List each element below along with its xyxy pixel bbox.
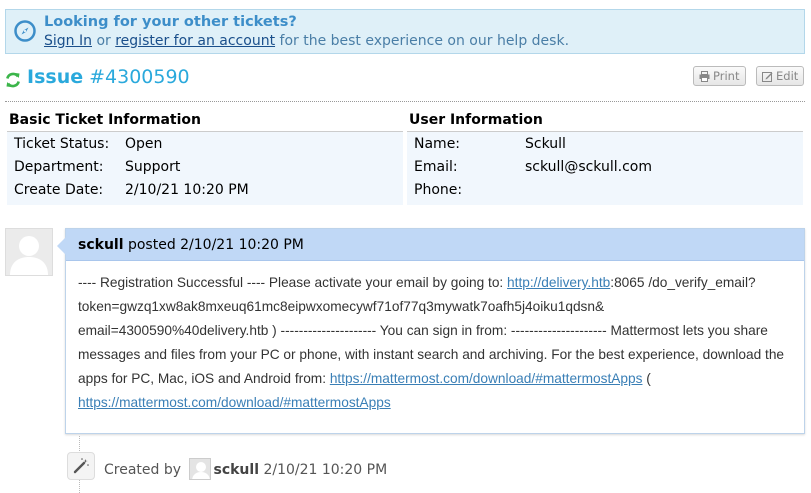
status-row: Ticket Status: Open bbox=[7, 134, 403, 157]
edit-label: Edit bbox=[776, 69, 799, 83]
ticket-title: Issue #4300590 bbox=[27, 66, 190, 88]
mattermost-download-link[interactable]: https://mattermost.com/download/#matterm… bbox=[330, 371, 643, 386]
notice-title: Looking for your other tickets? bbox=[44, 14, 297, 30]
entry-body: ---- Registration Successful ---- Please… bbox=[66, 261, 804, 415]
basic-ticket-info: Basic Ticket Information Ticket Status: … bbox=[7, 110, 403, 205]
edit-icon bbox=[762, 72, 773, 82]
sign-in-link[interactable]: Sign In bbox=[44, 33, 92, 49]
notice-or: or bbox=[92, 33, 116, 49]
entry-author: sckull bbox=[78, 237, 124, 253]
status-value: Open bbox=[125, 136, 163, 152]
mini-avatar bbox=[189, 458, 212, 480]
entry-posted: posted 2/10/21 10:20 PM bbox=[123, 237, 304, 253]
phone-label: Phone: bbox=[414, 182, 463, 198]
department-row: Department: Support bbox=[7, 157, 403, 180]
print-button[interactable]: Print bbox=[693, 66, 746, 86]
print-icon bbox=[699, 71, 710, 82]
notice-text: Sign In or register for an account for t… bbox=[44, 33, 569, 49]
header-divider bbox=[5, 101, 805, 102]
notice-rest: for the best experience on our help desk… bbox=[275, 33, 570, 49]
department-label: Department: bbox=[14, 159, 104, 175]
basic-info-body: Ticket Status: Open Department: Support … bbox=[7, 132, 403, 205]
user-info-body: Name: Sckull Email: sckull@sckull.com Ph… bbox=[407, 132, 803, 205]
delivery-link[interactable]: http://delivery.htb bbox=[507, 275, 610, 290]
mattermost-download-link-2[interactable]: https://mattermost.com/download/#matterm… bbox=[78, 395, 391, 410]
event-date: 2/10/21 10:20 PM bbox=[259, 462, 388, 478]
issue-label: Issue bbox=[27, 66, 84, 88]
created-event: Created by sckull 2/10/21 10:20 PM bbox=[104, 458, 387, 480]
thread-entry: sckull posted 2/10/21 10:20 PM ---- Regi… bbox=[57, 228, 805, 434]
entry-text-3: ( bbox=[642, 371, 651, 386]
entry-text-2: :8065 /do_verify_email?token=gwzq1xw8ak8… bbox=[78, 275, 785, 386]
phone-row: Phone: bbox=[407, 180, 803, 203]
user-info-heading: User Information bbox=[407, 110, 803, 132]
create-date-row: Create Date: 2/10/21 10:20 PM bbox=[7, 180, 403, 203]
register-link[interactable]: register for an account bbox=[115, 33, 275, 49]
event-author: sckull bbox=[213, 462, 259, 478]
magic-wand-icon bbox=[67, 452, 95, 480]
name-row: Name: Sckull bbox=[407, 134, 803, 157]
user-silhouette-icon bbox=[10, 236, 48, 275]
basic-info-heading: Basic Ticket Information bbox=[7, 110, 403, 132]
email-label: Email: bbox=[414, 159, 458, 175]
entry-pointer bbox=[57, 237, 66, 255]
name-value: Sckull bbox=[525, 136, 566, 152]
user-info: User Information Name: Sckull Email: sck… bbox=[407, 110, 803, 205]
email-row: Email: sckull@sckull.com bbox=[407, 157, 803, 180]
create-date-label: Create Date: bbox=[14, 182, 104, 198]
guest-notice-banner: Looking for your other tickets? Sign In … bbox=[5, 9, 805, 54]
entry-text-1: ---- Registration Successful ---- Please… bbox=[78, 275, 508, 290]
ticket-number[interactable]: #4300590 bbox=[89, 66, 190, 88]
refresh-icon[interactable] bbox=[5, 71, 21, 89]
edit-button[interactable]: Edit bbox=[756, 66, 804, 86]
department-value: Support bbox=[125, 159, 181, 175]
user-silhouette-icon bbox=[192, 462, 211, 479]
status-label: Ticket Status: bbox=[14, 136, 110, 152]
compass-icon bbox=[14, 20, 36, 42]
created-by-label: Created by bbox=[104, 462, 182, 478]
create-date-value: 2/10/21 10:20 PM bbox=[125, 182, 249, 198]
entry-header: sckull posted 2/10/21 10:20 PM bbox=[66, 229, 804, 261]
name-label: Name: bbox=[414, 136, 461, 152]
avatar bbox=[5, 228, 53, 276]
email-value: sckull@sckull.com bbox=[525, 159, 652, 175]
print-label: Print bbox=[713, 69, 740, 83]
